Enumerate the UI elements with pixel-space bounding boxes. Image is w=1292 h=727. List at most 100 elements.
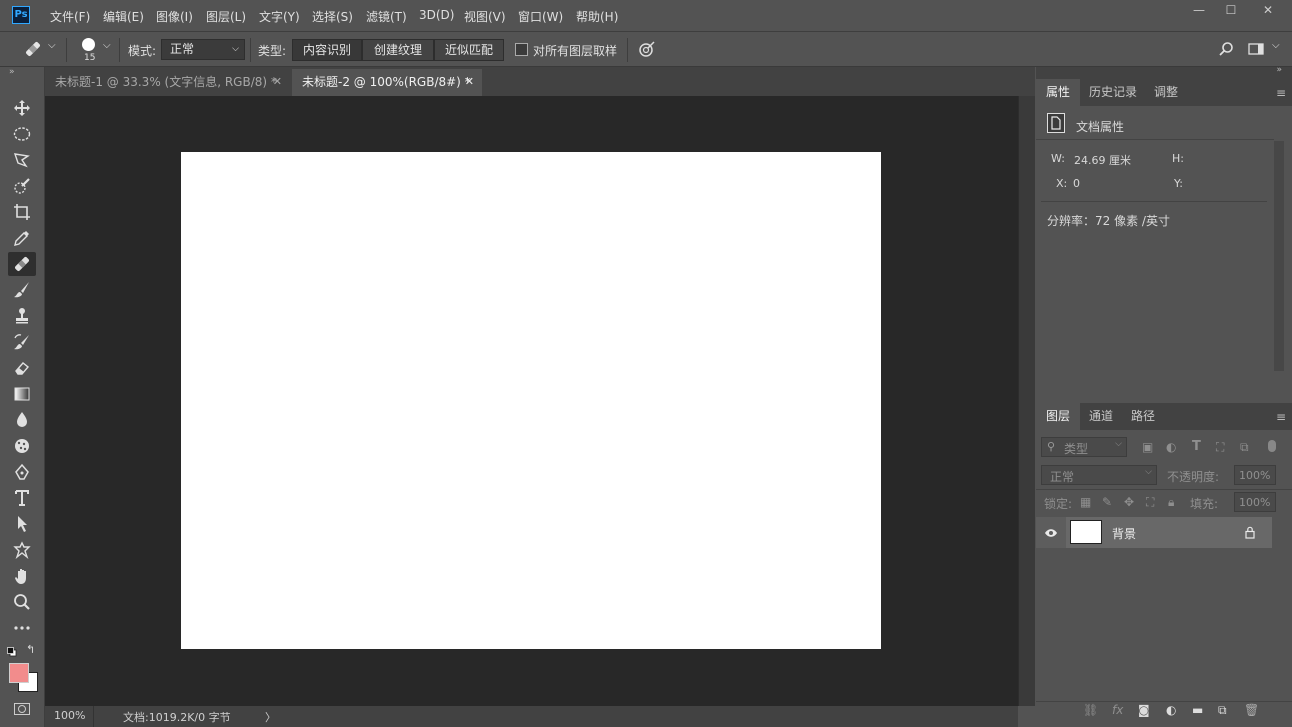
menu-help[interactable]: 帮助(H) [576, 8, 618, 25]
close-tab-icon[interactable]: ✕ [465, 69, 474, 95]
adjustment-layer-icon[interactable]: ◐ [1166, 703, 1176, 717]
layer-thumbnail[interactable] [1070, 520, 1102, 544]
tab-properties[interactable]: 属性 [1036, 79, 1081, 106]
menu-layer[interactable]: 图层(L) [206, 8, 246, 25]
crop-tool-icon[interactable] [8, 200, 36, 224]
menu-file[interactable]: 文件(F) [50, 8, 90, 25]
status-menu-arrow[interactable]: 〉 [265, 709, 276, 725]
tab-paths[interactable]: 路径 [1121, 403, 1165, 430]
filter-type-icon[interactable]: T [1192, 439, 1201, 454]
minimize-button[interactable]: — [1183, 0, 1215, 20]
collapse-panels-icon[interactable]: » [1276, 65, 1282, 75]
chevron-down-icon[interactable]: ⌵ [103, 40, 111, 51]
quick-selection-icon[interactable] [8, 174, 36, 198]
lock-pixels-icon[interactable]: ✎ [1102, 495, 1112, 509]
pressure-size-icon[interactable] [638, 40, 656, 58]
filter-toggle-icon[interactable] [1268, 440, 1276, 452]
type-content-aware[interactable]: 内容识别 [292, 39, 362, 61]
collapse-icon[interactable]: » [9, 67, 15, 77]
lock-artboard-icon[interactable]: ⛶ [1146, 495, 1154, 510]
clone-stamp-icon[interactable] [8, 304, 36, 328]
menu-type[interactable]: 文字(Y) [259, 8, 300, 25]
close-window-button[interactable]: ✕ [1252, 0, 1284, 20]
layer-filter-select[interactable]: ⚲ 类型 ⌵ [1041, 437, 1127, 457]
filter-adjustment-icon[interactable]: ◐ [1166, 440, 1176, 454]
menu-image[interactable]: 图像(I) [156, 8, 193, 25]
foreground-color-swatch[interactable] [9, 663, 29, 683]
layer-name[interactable]: 背景 [1112, 525, 1136, 542]
filter-smart-object-icon[interactable]: ⧉ [1240, 440, 1249, 455]
fx-icon[interactable]: fx [1112, 703, 1123, 717]
zoom-tool-icon[interactable] [8, 590, 36, 614]
sample-all-layers-checkbox[interactable] [515, 43, 528, 56]
lock-position-icon[interactable]: ✥ [1124, 495, 1134, 509]
tab-document-2[interactable]: 未标题-2 @ 100%(RGB/8#) * ✕ [292, 69, 482, 96]
type-proximity-match[interactable]: 近似匹配 [434, 39, 504, 61]
tab-channels[interactable]: 通道 [1079, 403, 1123, 430]
tab-history[interactable]: 历史记录 [1079, 79, 1147, 106]
chevron-down-icon[interactable]: ⌵ [48, 40, 56, 51]
menu-view[interactable]: 视图(V) [464, 8, 506, 25]
width-value[interactable]: 24.69 厘米 [1074, 152, 1131, 168]
search-icon[interactable] [1218, 41, 1234, 57]
eyedropper-icon[interactable] [8, 226, 36, 250]
vertical-scrollbar[interactable] [1018, 96, 1035, 706]
menu-select[interactable]: 选择(S) [312, 8, 353, 25]
custom-shape-icon[interactable] [8, 538, 36, 562]
menu-filter[interactable]: 滤镜(T) [366, 8, 407, 25]
tab-layers[interactable]: 图层 [1036, 403, 1081, 430]
healing-brush-preset-icon[interactable] [22, 39, 46, 59]
x-value[interactable]: 0 [1073, 177, 1080, 190]
elliptical-marquee-icon[interactable] [8, 122, 36, 146]
pen-tool-icon[interactable] [8, 460, 36, 484]
lock-transparent-icon[interactable]: ▦ [1080, 495, 1091, 509]
more-tools-icon[interactable] [8, 616, 36, 640]
menu-window[interactable]: 窗口(W) [518, 8, 563, 25]
close-tab-icon[interactable]: ✕ [273, 69, 282, 95]
gradient-tool-icon[interactable] [8, 382, 36, 406]
blur-tool-icon[interactable] [8, 408, 36, 432]
move-tool-icon[interactable] [8, 96, 36, 120]
brush-size-icon[interactable] [82, 38, 95, 51]
workspace-icon[interactable] [1248, 42, 1264, 56]
chevron-down-icon[interactable]: ⌵ [1262, 494, 1269, 504]
panel-menu-icon[interactable]: ≡ [1276, 86, 1286, 100]
quick-mask-icon[interactable] [14, 703, 30, 715]
polygonal-lasso-icon[interactable] [8, 148, 36, 172]
link-layers-icon[interactable]: ⛓︎ [1083, 703, 1098, 717]
blend-mode-select[interactable]: 正常 ⌵ [1041, 465, 1157, 485]
layer-row[interactable]: 背景 [1036, 517, 1272, 548]
visibility-toggle[interactable] [1036, 517, 1066, 548]
menu-3d[interactable]: 3D(D) [419, 8, 454, 22]
filter-pixel-icon[interactable]: ▣ [1142, 440, 1153, 454]
lock-all-icon[interactable]: 🔒︎ [1168, 495, 1174, 510]
fill-input[interactable]: 100% [1234, 492, 1276, 512]
panel-menu-icon[interactable]: ≡ [1276, 410, 1286, 424]
chevron-down-icon[interactable]: ⌵ [1272, 40, 1280, 51]
new-group-icon[interactable]: ▬ [1192, 703, 1203, 717]
eraser-icon[interactable] [8, 356, 36, 380]
history-brush-icon[interactable] [8, 330, 36, 354]
mode-select[interactable]: 正常 ⌵ [161, 39, 245, 60]
add-mask-icon[interactable]: ◙ [1138, 703, 1150, 717]
opacity-input[interactable]: 100% [1234, 465, 1276, 485]
properties-scrollbar[interactable] [1274, 141, 1284, 371]
chevron-down-icon[interactable]: ⌵ [1262, 467, 1269, 477]
document-canvas[interactable] [181, 152, 881, 649]
hand-tool-icon[interactable] [8, 564, 36, 588]
type-create-texture[interactable]: 创建纹理 [362, 39, 434, 61]
menu-edit[interactable]: 编辑(E) [103, 8, 144, 25]
path-selection-icon[interactable] [8, 512, 36, 536]
sponge-tool-icon[interactable] [8, 434, 36, 458]
spot-healing-brush-icon[interactable] [8, 252, 36, 276]
type-tool-icon[interactable] [8, 486, 36, 510]
brush-tool-icon[interactable] [8, 278, 36, 302]
maximize-button[interactable]: ☐ [1215, 0, 1247, 20]
delete-layer-icon[interactable]: 🗑︎ [1244, 703, 1259, 717]
tab-document-1[interactable]: 未标题-1 @ 33.3% (文字信息, RGB/8) * ✕ [45, 69, 290, 96]
filter-shape-icon[interactable]: ⛶ [1216, 440, 1224, 455]
tab-adjustments[interactable]: 调整 [1144, 79, 1188, 106]
swap-colors-icon[interactable]: ↰ [26, 643, 35, 656]
default-colors-icon[interactable] [7, 646, 17, 657]
new-layer-icon[interactable]: ⧉ [1218, 703, 1227, 718]
